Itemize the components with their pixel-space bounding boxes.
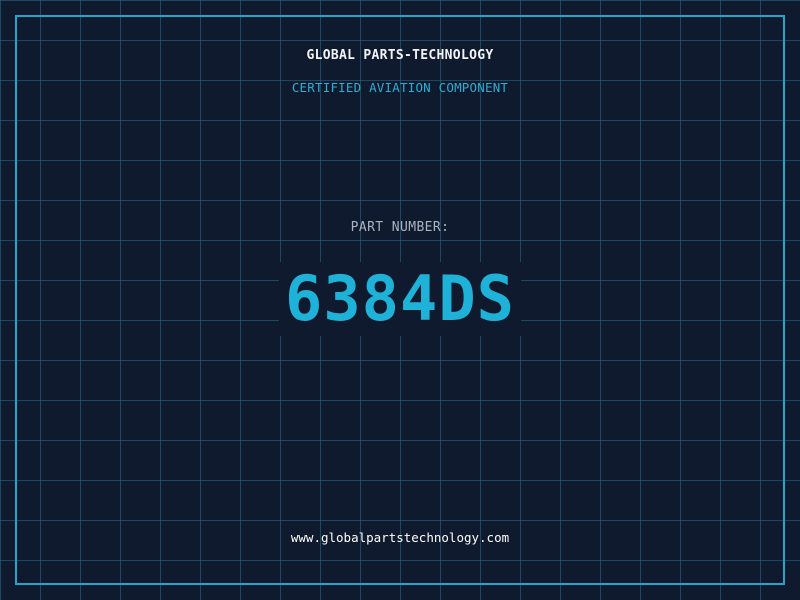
- certification-subtitle: CERTIFIED AVIATION COMPONENT: [291, 80, 509, 95]
- website-url: www.globalpartstechnology.com: [290, 530, 510, 545]
- company-name: GLOBAL PARTS-TECHNOLOGY: [306, 48, 494, 63]
- part-number-container: 6384DS: [0, 262, 800, 336]
- part-number-label: PART NUMBER:: [350, 220, 450, 235]
- part-number-value: 6384DS: [279, 262, 521, 336]
